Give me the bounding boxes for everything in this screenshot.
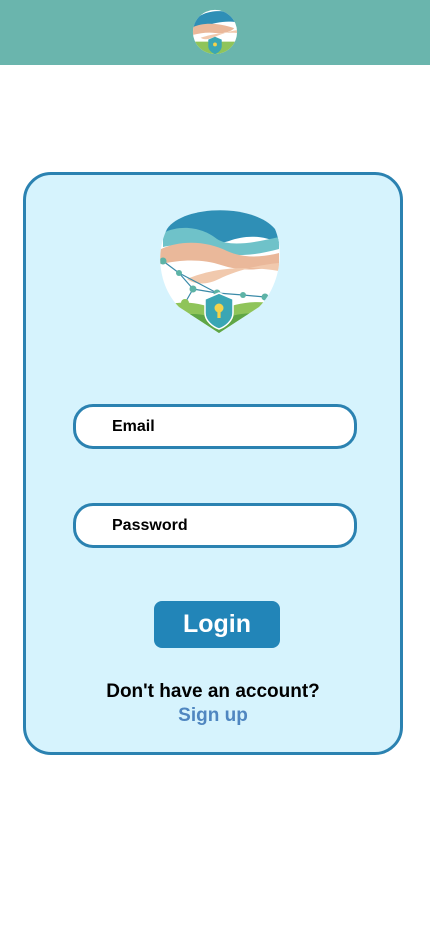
password-placeholder: Password: [112, 516, 188, 534]
password-field[interactable]: Password: [73, 503, 357, 548]
hands-shield-logo-icon: [160, 210, 280, 333]
signup-link[interactable]: Sign up: [26, 705, 400, 727]
hands-shield-logo-icon: [192, 9, 238, 55]
login-button[interactable]: Login: [154, 601, 280, 648]
no-account-text: Don't have an account?: [106, 681, 320, 702]
email-placeholder: Email: [112, 417, 155, 435]
top-bar: [0, 0, 430, 65]
login-card: Email Password Login Don't have an accou…: [23, 172, 403, 755]
email-field[interactable]: Email: [73, 404, 357, 449]
